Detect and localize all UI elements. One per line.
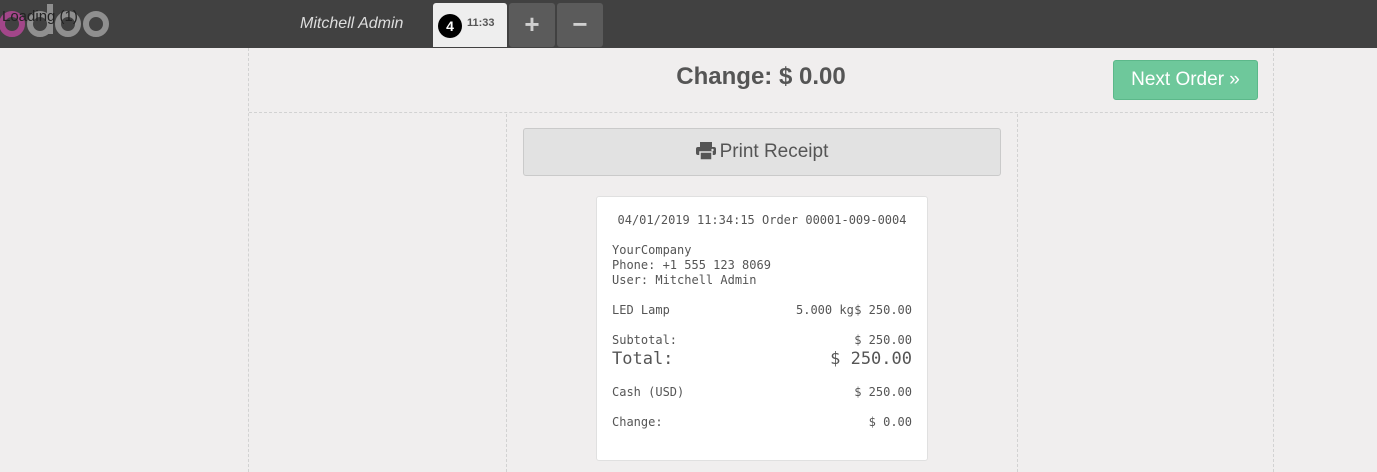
payment-method-label: Cash (USD) bbox=[612, 385, 685, 399]
receipt-column: Print Receipt 04/01/2019 11:34:15 Order … bbox=[506, 114, 1018, 472]
receipt-screen: Change: $ 0.00 Next Order » Print Receip… bbox=[248, 48, 1274, 472]
add-order-button[interactable]: + bbox=[509, 3, 555, 47]
print-icon bbox=[695, 142, 716, 161]
total-value: $ 250.00 bbox=[830, 349, 912, 369]
receipt-total-row: Total: $ 250.00 bbox=[612, 348, 912, 370]
receipt-user: User: Mitchell Admin bbox=[612, 273, 757, 287]
loading-indicator: Loading (1) bbox=[2, 8, 78, 25]
change-value: $ 0.00 bbox=[868, 415, 912, 429]
receipt-company-name: YourCompany bbox=[612, 243, 692, 257]
order-time: 11:33 bbox=[467, 17, 495, 29]
print-receipt-button[interactable]: Print Receipt bbox=[523, 128, 1001, 176]
receipt-phone: Phone: +1 555 123 8069 bbox=[612, 258, 771, 272]
plus-icon: + bbox=[524, 9, 540, 39]
orderline-quantity: 5.000 kg bbox=[796, 303, 854, 317]
receipt-company-info: YourCompany Phone: +1 555 123 8069 User:… bbox=[612, 243, 912, 288]
receipt-change-row: Change: $ 0.00 bbox=[612, 415, 912, 430]
subtotal-value: $ 250.00 bbox=[854, 333, 912, 347]
minus-icon: − bbox=[572, 9, 588, 39]
receipt-header-line: 04/01/2019 11:34:15 Order 00001-009-0004 bbox=[617, 213, 907, 227]
change-label: Change: bbox=[612, 415, 663, 429]
receipt-payment-row: Cash (USD) $ 250.00 bbox=[612, 385, 912, 400]
receipt-orderline: LED Lamp 5.000 kg $ 250.00 bbox=[612, 303, 912, 318]
cashier-name[interactable]: Mitchell Admin bbox=[300, 15, 403, 33]
orderline-price: $ 250.00 bbox=[854, 303, 912, 317]
pos-receipt: 04/01/2019 11:34:15 Order 00001-009-0004… bbox=[596, 196, 928, 461]
receipt-subtotal-row: Subtotal: $ 250.00 bbox=[612, 333, 912, 348]
receipt-totals: Subtotal: $ 250.00 Total: $ 250.00 bbox=[612, 333, 912, 370]
receipt-orderlines: LED Lamp 5.000 kg $ 250.00 bbox=[612, 303, 912, 318]
receipt-screen-header: Change: $ 0.00 Next Order » bbox=[249, 48, 1273, 113]
order-sequence-badge: 4 bbox=[438, 14, 462, 38]
total-label: Total: bbox=[612, 349, 674, 369]
print-receipt-label: Print Receipt bbox=[719, 141, 829, 162]
order-tab[interactable]: 4 11:33 bbox=[433, 3, 507, 47]
payment-amount: $ 250.00 bbox=[854, 385, 912, 399]
remove-order-button[interactable]: − bbox=[557, 3, 603, 47]
subtotal-label: Subtotal: bbox=[612, 333, 678, 347]
orderline-product: LED Lamp bbox=[612, 303, 670, 317]
pos-topbar: Loading (1) Mitchell Admin 4 11:33 + − bbox=[0, 0, 1377, 48]
next-order-button[interactable]: Next Order » bbox=[1113, 60, 1258, 100]
